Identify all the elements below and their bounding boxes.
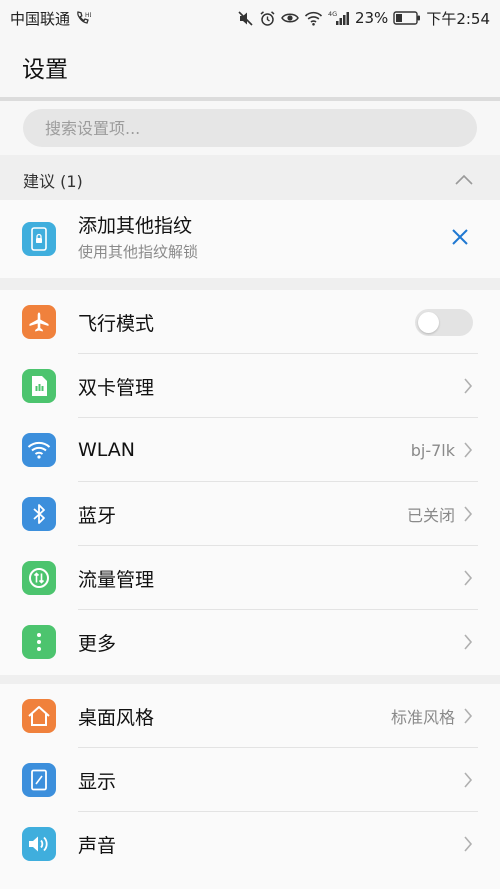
settings-item-more[interactable]: 更多 xyxy=(0,610,500,674)
signal-icon: 4G xyxy=(328,10,350,26)
more-icon xyxy=(22,625,56,659)
suggestions-title: 建议 (1) xyxy=(23,172,83,191)
chevron-up-icon xyxy=(454,171,474,190)
airplane-mode-toggle[interactable] xyxy=(415,309,473,336)
settings-item-sound[interactable]: 声音 xyxy=(0,812,500,876)
eye-comfort-icon xyxy=(281,11,299,25)
fingerprint-phone-icon xyxy=(22,222,56,256)
collapse-suggestions-button[interactable] xyxy=(452,168,476,192)
settings-item-label: 桌面风格 xyxy=(78,706,155,729)
settings-item-airplane-mode[interactable]: 飞行模式 xyxy=(0,290,500,354)
app-bar: 设置 xyxy=(0,36,500,98)
suggestion-card[interactable]: 添加其他指纹 使用其他指纹解锁 xyxy=(0,200,500,278)
settings-item-home-screen-style[interactable]: 桌面风格 标准风格 xyxy=(0,684,500,748)
chevron-right-icon xyxy=(462,377,474,395)
close-icon xyxy=(451,228,469,250)
hd-call-icon: HD xyxy=(75,10,91,26)
battery-percent: 23% xyxy=(354,9,389,27)
settings-item-wlan[interactable]: WLAN bj-7lk xyxy=(0,418,500,482)
display-icon xyxy=(22,763,56,797)
settings-item-label: 声音 xyxy=(78,834,117,857)
chevron-right-icon xyxy=(462,441,474,459)
data-usage-icon xyxy=(22,561,56,595)
network-type-label: 4G xyxy=(328,10,337,18)
settings-item-bluetooth[interactable]: 蓝牙 已关闭 xyxy=(0,482,500,546)
page-title: 设置 xyxy=(22,57,68,83)
search-input[interactable] xyxy=(23,109,477,147)
home-screen-style-value: 标准风格 xyxy=(390,708,455,727)
clock: 下午2:54 xyxy=(426,9,490,28)
settings-item-label: 双卡管理 xyxy=(78,376,155,399)
bluetooth-status: 已关闭 xyxy=(406,506,455,525)
wifi-icon xyxy=(304,11,323,26)
settings-item-label: 显示 xyxy=(78,770,117,793)
bluetooth-icon xyxy=(22,497,56,531)
status-bar: 中国联通 HD 4G 23% 下午2:54 xyxy=(0,0,500,36)
dismiss-suggestion-button[interactable] xyxy=(448,227,472,251)
sim-card-icon xyxy=(22,369,56,403)
chevron-right-icon xyxy=(462,771,474,789)
suggestions-header: 建议 (1) xyxy=(0,160,500,200)
settings-group-device: 桌面风格 标准风格 显示 声音 xyxy=(0,684,500,889)
settings-item-dual-sim[interactable]: 双卡管理 xyxy=(0,354,500,418)
airplane-icon xyxy=(22,305,56,339)
suggestion-subtitle: 使用其他指纹解锁 xyxy=(78,243,199,261)
wifi-icon xyxy=(22,433,56,467)
mute-icon xyxy=(237,10,254,27)
settings-item-label: 流量管理 xyxy=(78,568,155,591)
chevron-right-icon xyxy=(462,633,474,651)
battery-icon xyxy=(393,11,421,25)
chevron-right-icon xyxy=(462,835,474,853)
settings-item-data-usage[interactable]: 流量管理 xyxy=(0,546,500,610)
alarm-icon xyxy=(259,10,276,27)
settings-item-label: WLAN xyxy=(78,439,136,461)
toggle-knob xyxy=(418,312,439,333)
chevron-right-icon xyxy=(462,505,474,523)
settings-item-label: 蓝牙 xyxy=(78,504,117,527)
wlan-network-name: bj-7lk xyxy=(410,440,455,460)
sound-icon xyxy=(22,827,56,861)
search-container xyxy=(0,101,500,155)
settings-item-display[interactable]: 显示 xyxy=(0,748,500,812)
settings-item-label: 飞行模式 xyxy=(78,312,155,335)
carrier-name: 中国联通 xyxy=(10,9,71,28)
settings-item-label: 更多 xyxy=(78,632,117,655)
svg-text:HD: HD xyxy=(85,12,91,19)
suggestion-title: 添加其他指纹 xyxy=(78,215,193,237)
chevron-right-icon xyxy=(462,569,474,587)
home-icon xyxy=(22,699,56,733)
settings-group-connectivity: 飞行模式 双卡管理 WLAN bj-7lk 蓝牙 已关闭 流量管理 更多 xyxy=(0,290,500,675)
chevron-right-icon xyxy=(462,707,474,725)
